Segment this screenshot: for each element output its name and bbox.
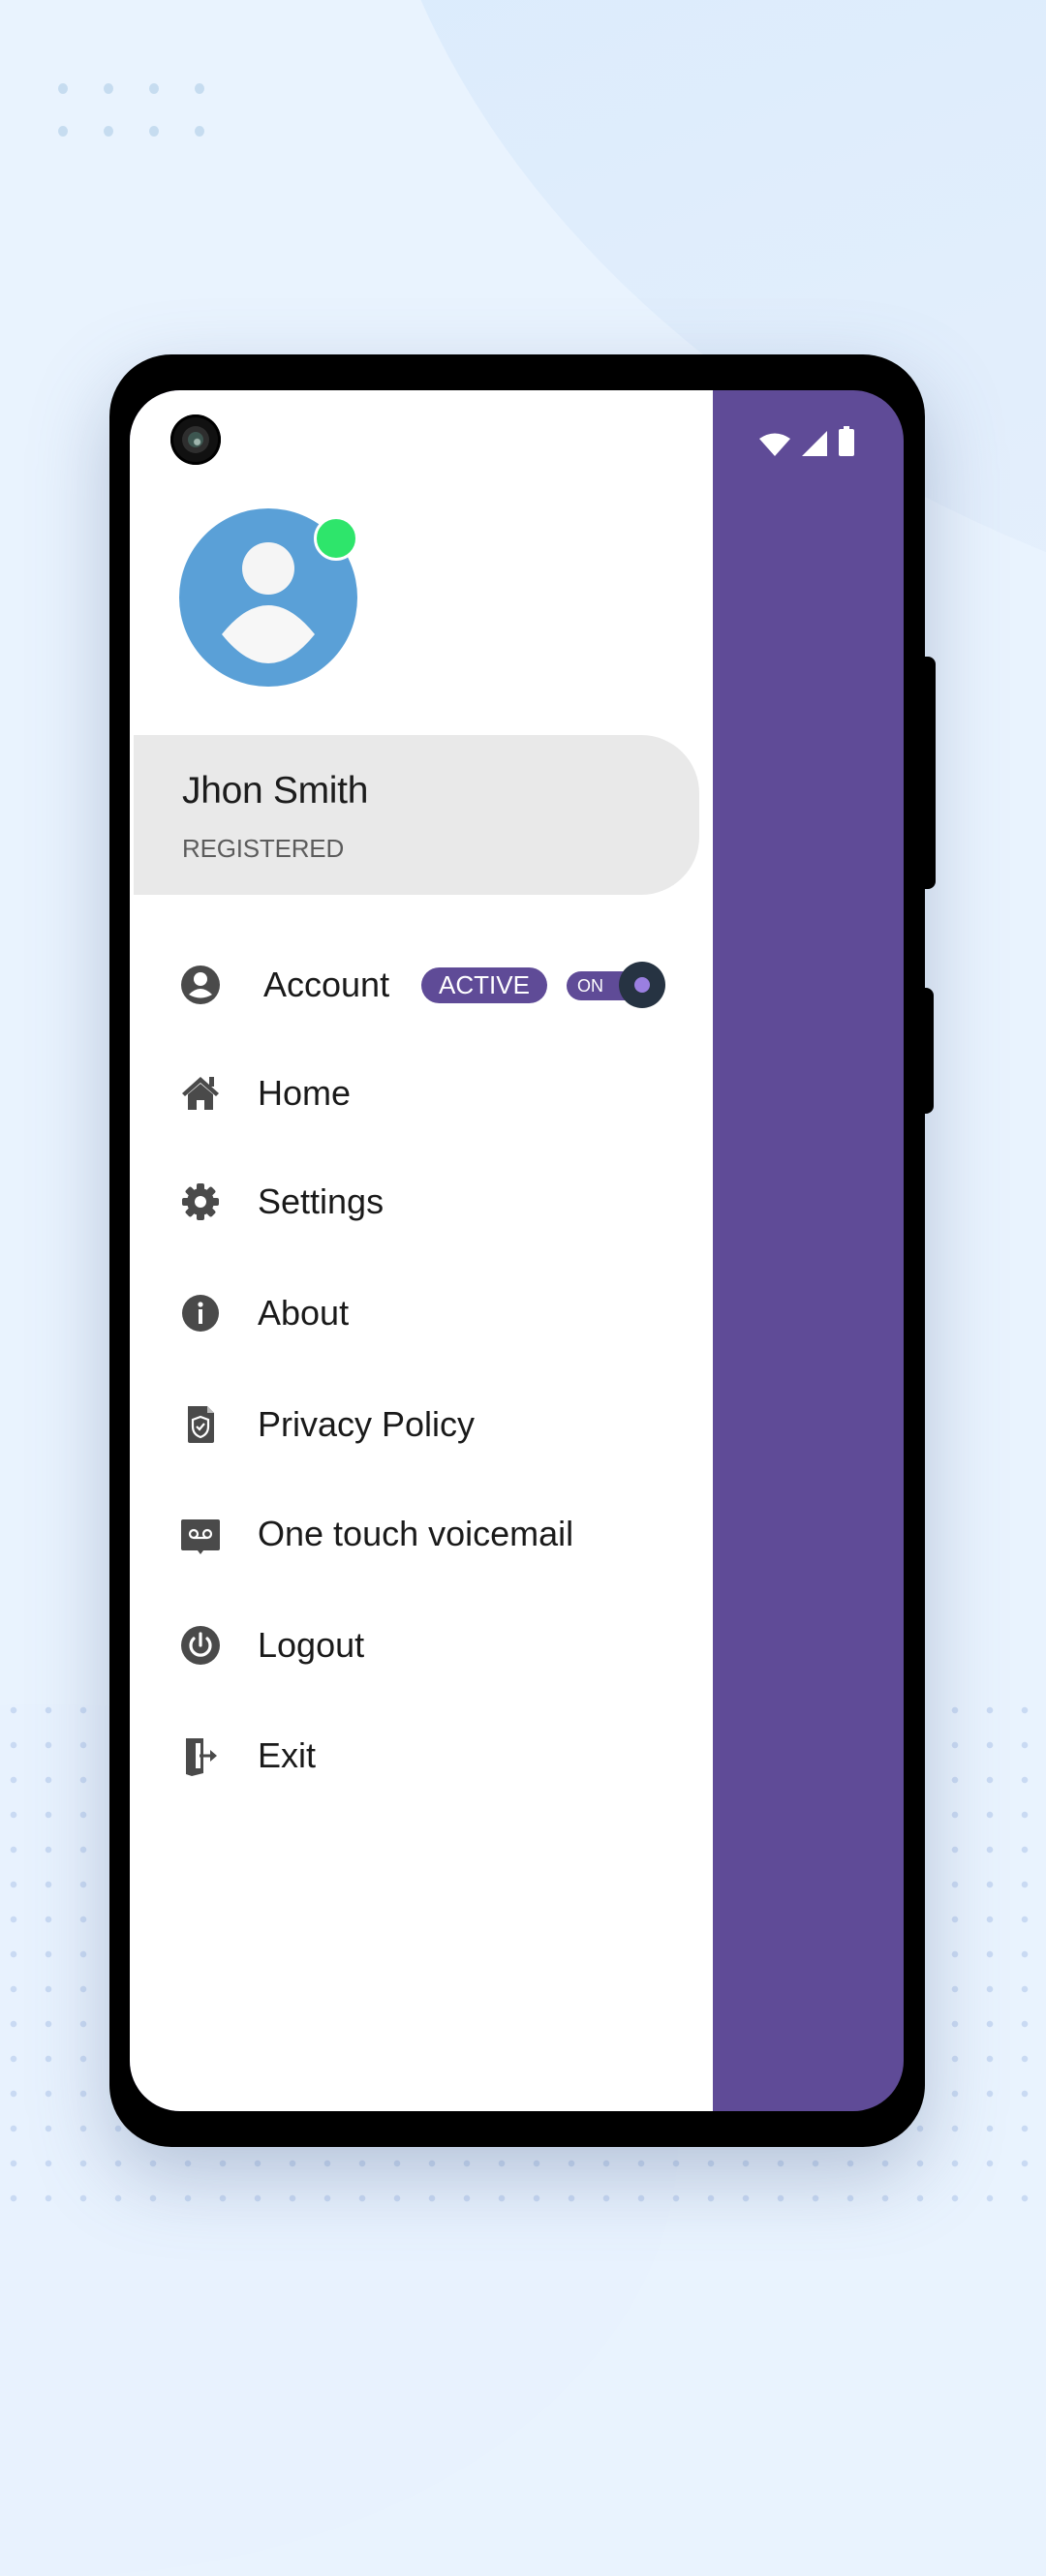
- battery-icon: [839, 426, 854, 456]
- menu-item-exit[interactable]: Exit: [130, 1712, 713, 1799]
- menu-item-label: Logout: [258, 1625, 365, 1665]
- account-circle-icon: [181, 966, 220, 1004]
- menu-item-logout[interactable]: Logout: [130, 1602, 713, 1689]
- phone-frame: Jhon Smith REGISTERED Account ACTIVE ON: [109, 354, 925, 2147]
- power-icon: [181, 1626, 220, 1665]
- navigation-drawer: Jhon Smith REGISTERED Account ACTIVE ON: [130, 390, 713, 2111]
- status-bar: [758, 426, 855, 457]
- status-badge: ACTIVE: [421, 967, 547, 1003]
- profile-card[interactable]: Jhon Smith REGISTERED: [134, 735, 699, 895]
- info-icon: [182, 1295, 219, 1332]
- user-name: Jhon Smith: [182, 770, 369, 812]
- menu-item-label: Settings: [258, 1181, 385, 1221]
- menu-item-about[interactable]: About: [130, 1270, 713, 1357]
- toggle-state-label: ON: [577, 976, 603, 996]
- voicemail-icon: [181, 1519, 220, 1554]
- scrim-overlay[interactable]: [713, 468, 904, 2111]
- menu-item-account[interactable]: Account ACTIVE ON: [130, 941, 713, 1028]
- cellular-signal-icon: [802, 431, 827, 456]
- menu-item-one-touch-voicemail[interactable]: One touch voicemail: [130, 1490, 713, 1578]
- wifi-icon: [759, 433, 790, 456]
- menu-item-privacy-policy[interactable]: Privacy Policy: [130, 1381, 713, 1468]
- menu-item-label: Exit: [258, 1735, 317, 1775]
- exit-door-icon: [186, 1738, 217, 1776]
- account-toggle[interactable]: ON: [567, 962, 665, 1008]
- home-icon: [182, 1077, 219, 1110]
- phone-screen: Jhon Smith REGISTERED Account ACTIVE ON: [130, 390, 904, 2111]
- front-camera: [170, 414, 221, 465]
- privacy-policy-icon: [188, 1406, 214, 1443]
- menu-item-settings[interactable]: Settings: [130, 1158, 713, 1245]
- menu-item-label: One touch voicemail: [258, 1514, 574, 1553]
- menu-item-label: Privacy Policy: [258, 1404, 476, 1444]
- toggle-knob[interactable]: [619, 962, 665, 1008]
- menu-item-label: Home: [258, 1073, 352, 1113]
- online-status-dot: [314, 516, 358, 561]
- menu-item-home[interactable]: Home: [130, 1050, 713, 1137]
- registration-status: REGISTERED: [182, 834, 345, 863]
- menu-item-label: Account: [263, 965, 390, 1004]
- menu-item-label: About: [258, 1293, 350, 1333]
- gear-icon: [182, 1183, 219, 1220]
